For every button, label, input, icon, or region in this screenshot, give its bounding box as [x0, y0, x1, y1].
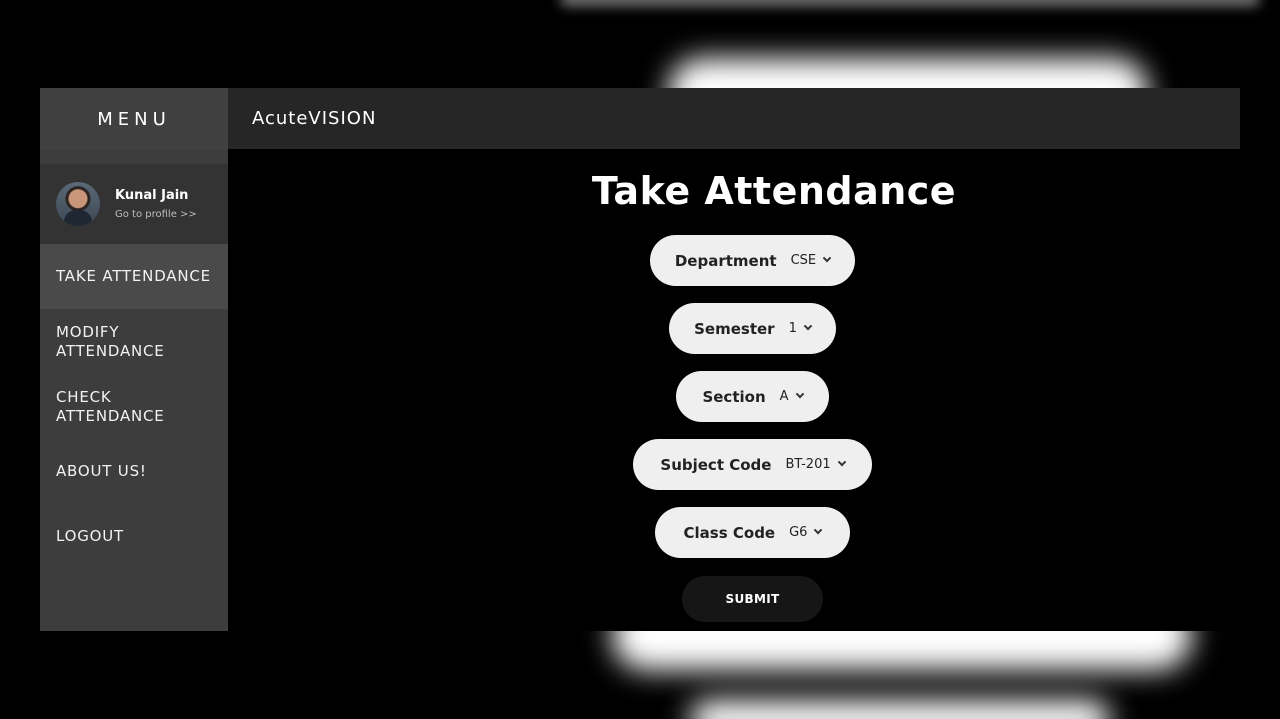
chevron-down-icon: [822, 253, 832, 262]
semester-value: 1: [788, 321, 797, 336]
class-code-label: Class Code: [683, 523, 776, 542]
subject-code-select[interactable]: Subject Code BT-201: [633, 439, 872, 490]
main-content: Take Attendance Department CSE Semester …: [228, 149, 1240, 631]
section-value: A: [779, 389, 789, 404]
avatar: [56, 182, 100, 226]
sidebar-item-check-attendance[interactable]: CHECK ATTENDANCE: [40, 374, 228, 439]
semester-label: Semester: [694, 319, 775, 338]
sidebar-item-logout[interactable]: LOGOUT: [40, 504, 228, 569]
chevron-down-icon: [814, 525, 823, 534]
profile-name: Kunal Jain: [115, 188, 189, 203]
department-value: CSE: [790, 253, 817, 268]
profile-card[interactable]: Kunal Jain Go to profile >>: [40, 164, 228, 244]
chevron-down-icon: [803, 321, 813, 330]
background-glow: [560, 0, 1260, 6]
section-label: Section: [702, 387, 766, 406]
chevron-down-icon: [837, 457, 846, 466]
sidebar-item-take-attendance[interactable]: TAKE ATTENDANCE: [40, 244, 228, 309]
semester-select[interactable]: Semester 1: [669, 303, 836, 354]
sidebar-item-modify-attendance[interactable]: MODIFY ATTENDANCE: [40, 309, 228, 374]
section-select[interactable]: Section A: [676, 371, 829, 422]
page-title: Take Attendance: [591, 169, 957, 213]
sidebar-item-about-us[interactable]: ABOUT US!: [40, 439, 228, 504]
screen: MENU Kunal Jain Go to profile >> TAKE AT…: [0, 0, 1280, 719]
brand-title: AcuteVISION: [252, 108, 377, 129]
app-window: MENU Kunal Jain Go to profile >> TAKE AT…: [40, 88, 1240, 631]
chevron-down-icon: [795, 389, 804, 398]
go-to-profile-link[interactable]: Go to profile >>: [115, 209, 197, 220]
subject-code-label: Subject Code: [660, 455, 772, 474]
background-glow: [690, 700, 1110, 719]
class-code-select[interactable]: Class Code G6: [655, 507, 850, 558]
subject-code-value: BT-201: [785, 457, 831, 472]
top-bar: AcuteVISION: [228, 88, 1240, 149]
submit-button[interactable]: SUBMIT: [682, 576, 823, 622]
department-select[interactable]: Department CSE: [650, 235, 855, 286]
class-code-value: G6: [789, 525, 808, 540]
department-label: Department: [674, 251, 777, 270]
menu-title: MENU: [40, 88, 228, 150]
sidebar: MENU Kunal Jain Go to profile >> TAKE AT…: [40, 88, 228, 631]
